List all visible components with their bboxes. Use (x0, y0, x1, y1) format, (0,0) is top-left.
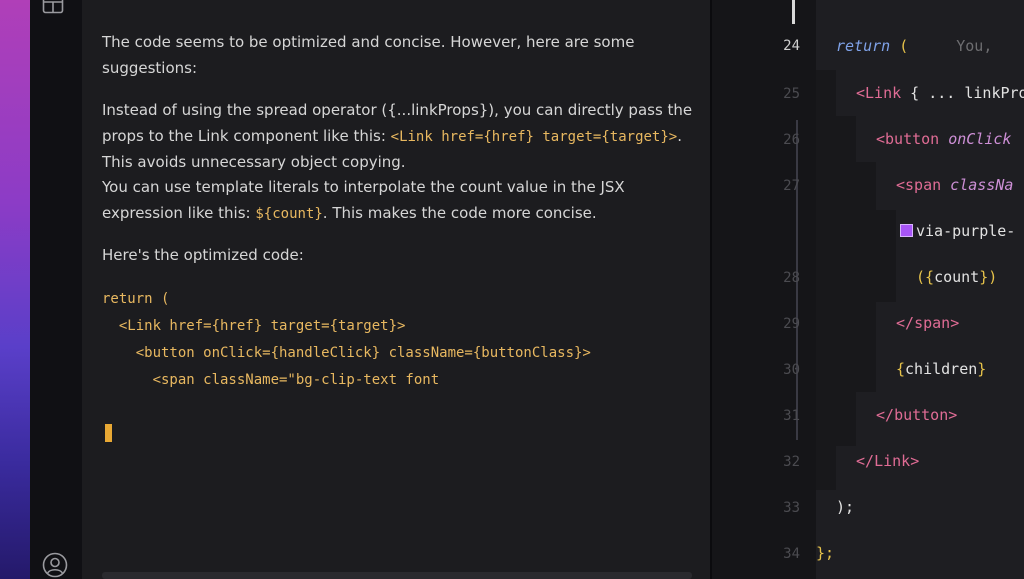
editor-line-26: <button onClick (876, 130, 1011, 148)
line-number: 28 (783, 270, 800, 286)
editor-line-27: <span classNa (896, 176, 1013, 194)
suggestion-1-code: <Link href={href} target={target}> (390, 128, 678, 145)
editor-line-31: {children} (896, 360, 986, 378)
horizontal-scrollbar[interactable] (102, 572, 692, 579)
tag-name: Link (874, 452, 911, 470)
line-number: 26 (783, 132, 800, 148)
tag-name: button (885, 130, 940, 148)
code-editor[interactable]: 24 25 26 27 28 29 30 31 32 33 34 return … (712, 0, 1024, 579)
account-icon[interactable] (42, 552, 68, 578)
suggestion-2-code: ${count} (255, 205, 323, 222)
tag-bracket: > (950, 314, 960, 332)
code-text: }; (816, 544, 835, 562)
keyword-return: return (836, 37, 891, 55)
chat-suggestion-2: You can use template literals to interpo… (102, 175, 702, 227)
tag-name: button (894, 406, 949, 424)
suggestion-2-after: . This makes the code more concise. (322, 203, 597, 222)
editor-line-28: via-purple- (900, 222, 1015, 240)
editor-line-33: </Link> (856, 452, 919, 470)
color-swatch-icon[interactable] (900, 224, 913, 237)
tag-name: span (914, 314, 951, 332)
chat-suggestion-1: Instead of using the spread operator ({.… (102, 98, 702, 176)
line-number: 24 (783, 38, 800, 54)
brace: { (896, 360, 906, 378)
line-number: 34 (783, 546, 800, 562)
line-number: 29 (783, 316, 800, 332)
editor-line-34: ); (836, 498, 854, 516)
line-number: 30 (783, 362, 800, 378)
paren: ( (890, 37, 909, 55)
tag-bracket: > (910, 452, 920, 470)
editor-line-35: }; (816, 544, 834, 562)
tag-bracket: > (948, 406, 958, 424)
editor-line-24: return ( You, (836, 37, 992, 55)
code-text: { ... linkPro (901, 84, 1024, 102)
code-text: via-purple- (916, 222, 1016, 240)
code-area[interactable]: return (You, <Link { ... linkPro <button… (816, 0, 1024, 579)
code-intro: Here's the optimized code: (102, 246, 304, 264)
line-number: 25 (783, 86, 800, 102)
tag-name: span (905, 176, 942, 194)
activity-bar (30, 0, 82, 579)
layout-icon[interactable] (42, 0, 64, 14)
chat-intro: The code seems to be optimized and conci… (102, 33, 635, 77)
identifier: children (905, 360, 978, 378)
tag-name: Link (865, 84, 902, 102)
tag-bracket: < (856, 84, 866, 102)
identifier: count (934, 268, 980, 286)
brace: ({ (916, 268, 935, 286)
indent-guide-block (816, 70, 836, 490)
typing-cursor (105, 424, 112, 442)
brace: }) (979, 268, 998, 286)
editor-line-30: </span> (896, 314, 959, 332)
indent-guide-block (836, 116, 856, 446)
line-number: 31 (783, 408, 800, 424)
tag-bracket: < (876, 130, 886, 148)
attribute-name: onClick (939, 130, 1012, 148)
code-line: <button onClick={handleClick} className=… (102, 345, 591, 361)
git-blame-annotation: You, (956, 37, 993, 55)
editor-line-32: </button> (876, 406, 957, 424)
indent-guide-block (876, 210, 896, 302)
brace: } (977, 360, 987, 378)
editor-line-25: <Link { ... linkPro (856, 84, 1024, 102)
attribute-name: classNa (941, 176, 1014, 194)
line-number-gutter: 24 25 26 27 28 29 30 31 32 33 34 (712, 0, 816, 579)
editor-line-29: ({count}) (916, 268, 997, 286)
code-line: <span className="bg-clip-text font (102, 372, 440, 388)
line-number: 33 (783, 500, 800, 516)
chat-panel: The code seems to be optimized and conci… (82, 0, 710, 579)
code-line: <Link href={href} target={target}> (102, 318, 406, 334)
tag-bracket: </ (876, 406, 895, 424)
tag-bracket: < (896, 176, 906, 194)
tag-bracket: </ (896, 314, 915, 332)
code-text: ); (836, 498, 855, 516)
cursor-marker (792, 0, 795, 24)
line-number: 32 (783, 454, 800, 470)
line-number: 27 (783, 178, 800, 194)
tag-bracket: </ (856, 452, 875, 470)
code-line: return ( (102, 291, 170, 307)
desktop-wallpaper (0, 0, 30, 579)
indent-guide-block (856, 162, 876, 392)
